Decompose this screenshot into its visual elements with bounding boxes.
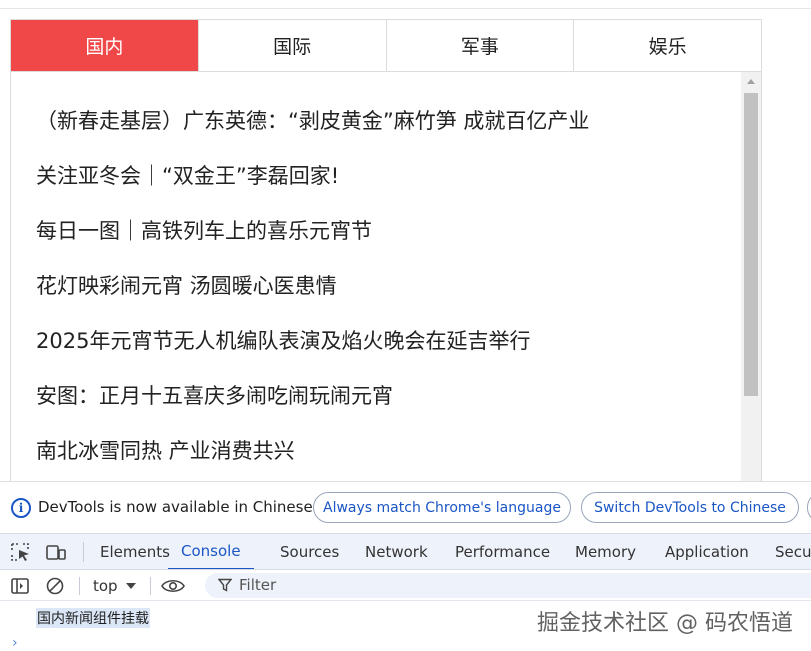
inspect-element-icon[interactable] (10, 542, 32, 562)
news-item[interactable]: （新春走基层）广东英德：“剥皮黄金”麻竹笋 成就百亿产业 (36, 92, 726, 147)
news-item-title: 2025年元宵节无人机编队表演及焰火晚会在延吉举行 (36, 328, 531, 353)
tab-international[interactable]: 国际 (199, 20, 387, 71)
filter-input[interactable] (239, 575, 539, 595)
toolbar-separator (150, 577, 151, 595)
tab-application[interactable]: Application (665, 534, 749, 570)
tab-separator (83, 542, 84, 562)
news-item[interactable]: 南北冰雪同热 产业消费共兴 (36, 422, 726, 477)
scroll-up-arrow-icon[interactable] (741, 72, 761, 90)
console-sidebar-icon[interactable] (10, 576, 30, 596)
scrollbar-thumb[interactable] (744, 93, 758, 396)
news-list: （新春走基层）广东英德：“剥皮黄金”麻竹笋 成就百亿产业 关注亚冬会｜“双金王”… (36, 92, 726, 477)
tab-military[interactable]: 军事 (387, 20, 575, 71)
news-item-title: 每日一图｜高铁列车上的喜乐元宵节 (36, 218, 372, 243)
context-selector-label: top (93, 577, 118, 595)
tab-elements[interactable]: Elements (100, 534, 170, 570)
console-log-message: 国内新闻组件挂载 (36, 608, 150, 628)
tab-domestic[interactable]: 国内 (11, 20, 199, 71)
tab-memory[interactable]: Memory (575, 534, 636, 570)
clear-console-icon[interactable] (45, 576, 65, 596)
top-divider (0, 8, 811, 9)
news-item[interactable]: 花灯映彩闹元宵 汤圆暖心医患情 (36, 257, 726, 312)
devtools-language-banner: i DevTools is now available in Chinese! … (0, 481, 811, 533)
console-toolbar: top (0, 569, 811, 601)
news-item[interactable]: 安图：正月十五喜庆多闹吃闹玩闹元宵 (36, 367, 726, 422)
news-tabs: 国内 国际 军事 娱乐 (11, 20, 761, 72)
news-item[interactable]: 2025年元宵节无人机编队表演及焰火晚会在延吉举行 (36, 312, 726, 367)
filter-funnel-icon (218, 578, 232, 592)
chevron-down-icon (125, 583, 136, 589)
console-prompt-icon[interactable]: › (12, 635, 18, 651)
watermark: 掘金技术社区 @ 码农悟道 (537, 611, 793, 636)
tab-entertainment[interactable]: 娱乐 (574, 20, 761, 71)
device-toolbar-icon[interactable] (45, 542, 67, 562)
news-list-panel: （新春走基层）广东英德：“剥皮黄金”麻竹笋 成就百亿产业 关注亚冬会｜“双金王”… (11, 72, 761, 481)
info-icon: i (11, 498, 31, 518)
tab-sources[interactable]: Sources (280, 534, 339, 570)
devtools-tab-bar: Elements Console Sources Network Perform… (0, 533, 811, 570)
news-widget: 国内 国际 军事 娱乐 （新春走基层）广东英德：“剥皮黄金”麻竹笋 成就百亿产业… (10, 19, 762, 481)
filter-field[interactable] (205, 573, 811, 598)
news-item[interactable]: 关注亚冬会｜“双金王”李磊回家! (36, 147, 726, 202)
news-item-title: 花灯映彩闹元宵 汤圆暖心医患情 (36, 273, 337, 298)
tab-console[interactable]: Console (168, 534, 254, 570)
news-item[interactable]: 每日一图｜高铁列车上的喜乐元宵节 (36, 202, 726, 257)
always-match-language-button[interactable]: Always match Chrome's language (313, 492, 571, 523)
tab-network[interactable]: Network (365, 534, 428, 570)
news-item-title: 南北冰雪同热 产业消费共兴 (36, 438, 295, 463)
context-selector[interactable]: top (93, 576, 136, 596)
news-item-title: 关注亚冬会｜“双金王”李磊回家! (36, 163, 340, 188)
news-item-title: 安图：正月十五喜庆多闹吃闹玩闹元宵 (36, 383, 393, 408)
news-scrollbar[interactable] (741, 72, 761, 481)
news-item-title: （新春走基层）广东英德：“剥皮黄金”麻竹笋 成就百亿产业 (36, 108, 590, 133)
toolbar-separator (79, 577, 80, 595)
banner-message: DevTools is now available in Chinese! (38, 498, 319, 516)
console-output: 国内新闻组件挂载 › 掘金技术社区 @ 码农悟道 (0, 601, 811, 651)
switch-to-chinese-button[interactable]: Switch DevTools to Chinese (581, 492, 799, 523)
eye-icon[interactable] (160, 576, 186, 596)
tab-security[interactable]: Secu (775, 534, 811, 570)
tab-performance[interactable]: Performance (455, 534, 550, 570)
banner-extra-button[interactable] (807, 492, 811, 523)
